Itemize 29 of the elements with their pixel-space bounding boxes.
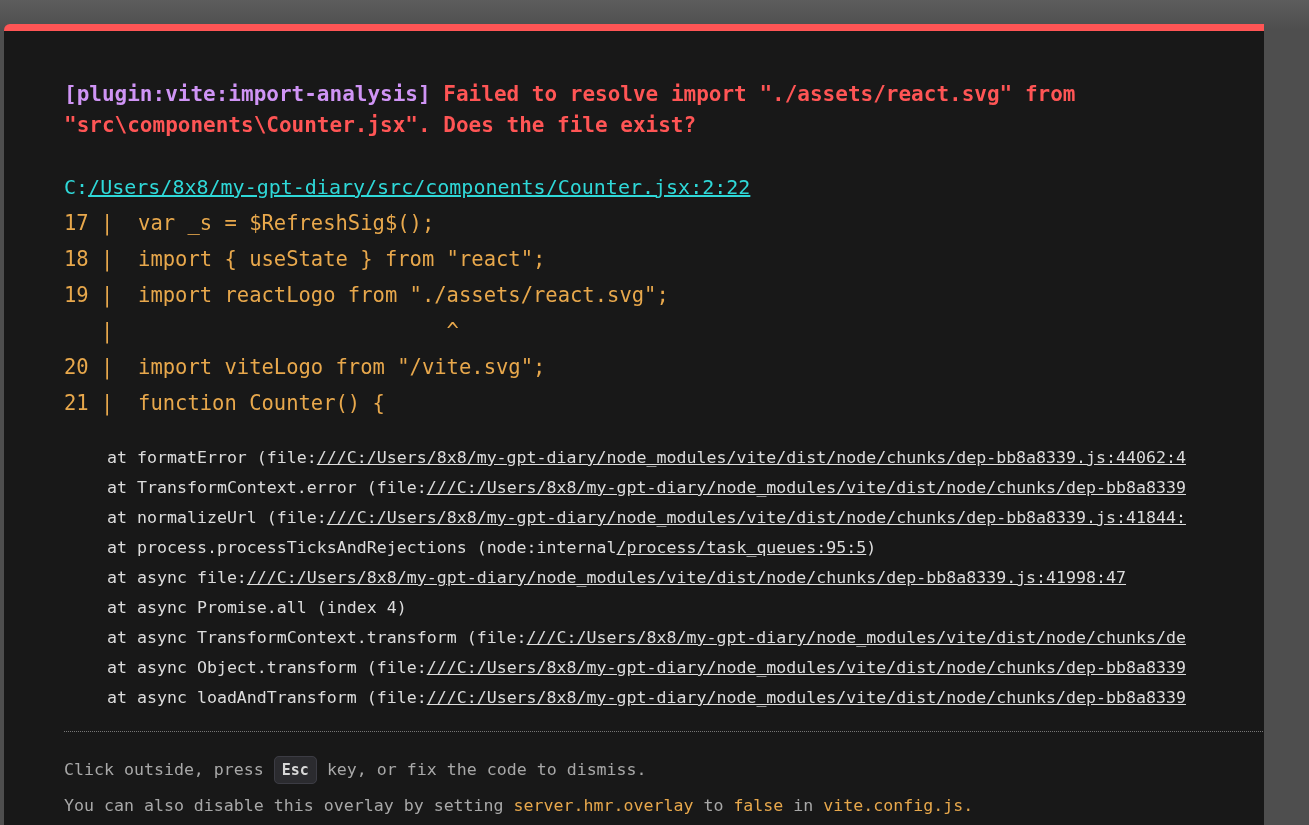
- stack-trace-line: at async file:///C:/Users/8x8/my-gpt-diary/node_modules/vite/dist/node/chunks/dep-bb8a8339.js:41998:47: [107, 567, 1128, 589]
- code-line: 18 | import { useState } from "react";: [64, 246, 547, 274]
- code-line: | ^: [100, 318, 460, 346]
- file-link[interactable]: ///C:/Users/8x8/my-gpt-diary/node_modules/vite/dist/node/chunks/de: [526, 628, 1186, 647]
- file-link[interactable]: ///C:/Users/8x8/my-gpt-diary/node_modules/vite/dist/node/chunks/dep-bb8a8339: [426, 658, 1186, 677]
- stack-trace-line: at async TransformContext.transform (file:///C:/Users/8x8/my-gpt-diary/node_modules/vite/dist/node/chunks/de: [107, 627, 1187, 649]
- file-link[interactable]: ///C:/Users/8x8/my-gpt-diary/node_modules/vite/dist/node/chunks/dep-bb8a8339: [426, 688, 1186, 707]
- error-message: [plugin:vite:import-analysis] Failed to resolve import "./assets/react.svg" from "src\components\Counter.jsx". Does the file exist?: [64, 81, 1077, 139]
- file-link[interactable]: ///C:/Users/8x8/my-gpt-diary/node_modules/vite/dist/node/chunks/dep-bb8a8339.js:44062:4: [316, 448, 1186, 467]
- code-line: 19 | import reactLogo from "./assets/react.svg";: [64, 282, 670, 310]
- stack-trace-line: at normalizeUrl (file:///C:/Users/8x8/my-gpt-diary/node_modules/vite/dist/node/chunks/dep-bb8a8339.js:41844:: [107, 507, 1187, 529]
- code-line: 21 | function Counter() {: [64, 390, 386, 418]
- dismiss-tip: Click outside, press Esc key, or fix the code to dismiss.: [64, 752, 1264, 788]
- esc-key: Esc: [273, 756, 317, 784]
- stack-trace-line: at async Promise.all (index 4): [107, 597, 408, 619]
- file-location: C:/Users/8x8/my-gpt-diary/src/components/Counter.jsx:2:22: [64, 174, 752, 201]
- stack-trace-line: at process.processTicksAndRejections (node:internal/process/task_queues:95:5): [107, 537, 878, 559]
- file-link[interactable]: ///C:/Users/8x8/my-gpt-diary/node_modules/vite/dist/node/chunks/dep-bb8a8339.js:41844:: [326, 508, 1186, 527]
- code-line: 17 | var _s = $RefreshSig$();: [64, 210, 436, 238]
- file-link[interactable]: ///C:/Users/8x8/my-gpt-diary/node_modules/vite/dist/node/chunks/dep-bb8a8339: [426, 478, 1186, 497]
- file-link[interactable]: ///C:/Users/8x8/my-gpt-diary/node_modules/vite/dist/node/chunks/dep-bb8a8339.js:41998:47: [246, 568, 1127, 587]
- stack-trace-line: at TransformContext.error (file:///C:/Users/8x8/my-gpt-diary/node_modules/vite/dist/node/chunks/dep-bb8a8339: [107, 477, 1187, 499]
- code-line: 20 | import viteLogo from "/vite.svg";: [64, 354, 547, 382]
- stack-trace-line: at async Object.transform (file:///C:/Users/8x8/my-gpt-diary/node_modules/vite/dist/node/chunks/dep-bb8a8339: [107, 657, 1187, 679]
- stack-trace-line: at async loadAndTransform (file:///C:/Users/8x8/my-gpt-diary/node_modules/vite/dist/node/chunks/dep-bb8a8339: [107, 687, 1187, 709]
- file-link[interactable]: /process/task_queues:95:5: [616, 538, 867, 557]
- stack-trace-line: at formatError (file:///C:/Users/8x8/my-gpt-diary/node_modules/vite/dist/node/chunks/dep-bb8a8339.js:44062:4: [107, 447, 1187, 469]
- file-link[interactable]: /Users/8x8/my-gpt-diary/src/components/Counter.jsx:2:22: [88, 175, 751, 199]
- overlay-tip: You can also disable this overlay by setting server.hmr.overlay to false in vite.config.js.: [64, 795, 975, 817]
